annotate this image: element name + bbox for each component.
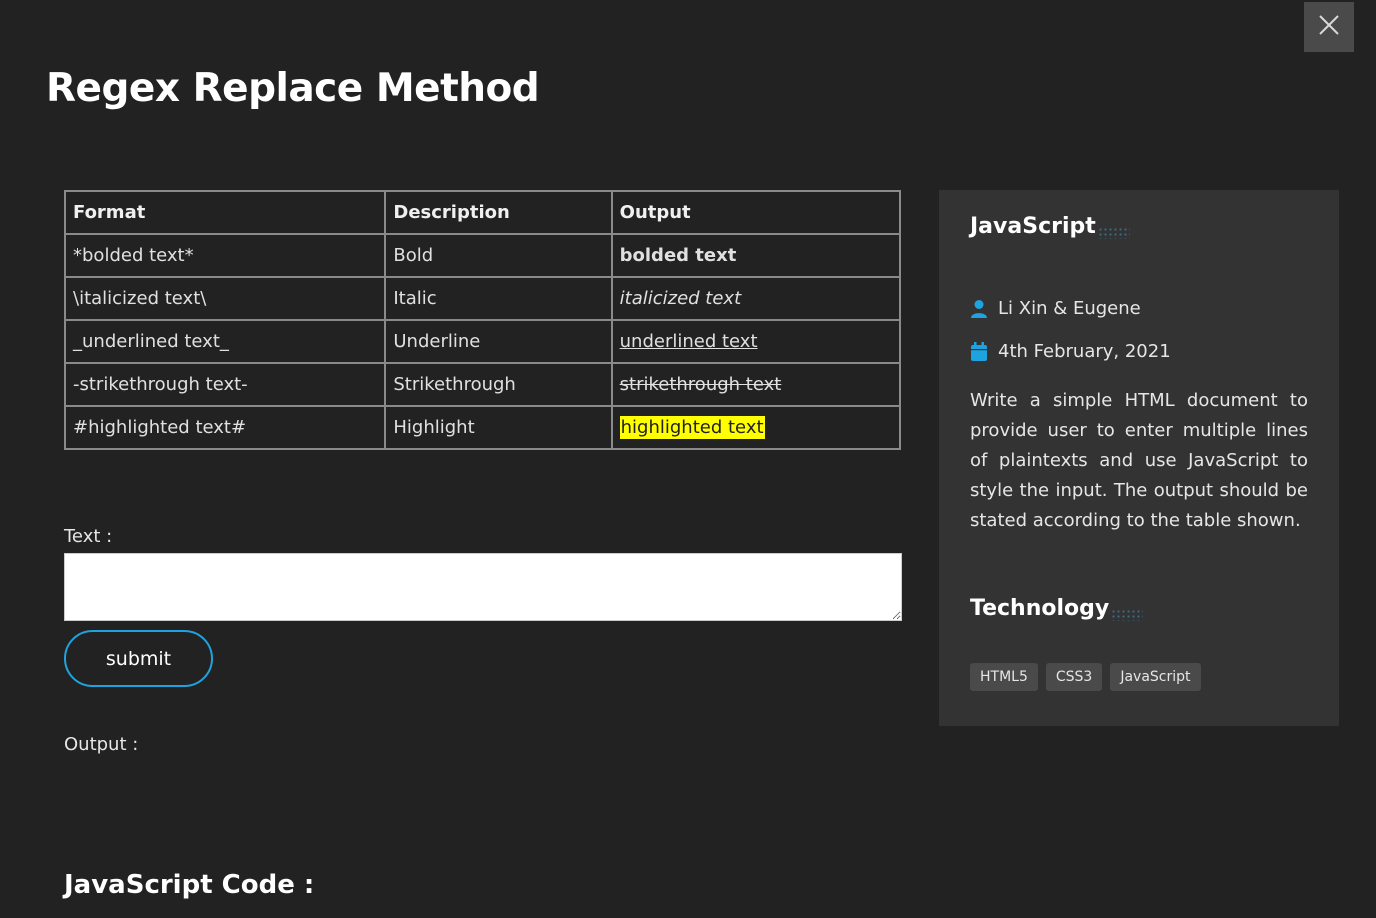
table-row: #highlighted text# Highlight highlighted… bbox=[63, 405, 902, 450]
publish-date: 4th February, 2021 bbox=[998, 341, 1171, 362]
column-header-output: Output bbox=[610, 190, 902, 235]
page-title: Regex Replace Method bbox=[46, 66, 540, 111]
technology-heading-text: Technology bbox=[970, 596, 1110, 621]
output-cell: strikethrough text bbox=[610, 362, 902, 407]
javascript-code-heading: JavaScript Code : bbox=[64, 870, 315, 900]
highlight-output-text: highlighted text bbox=[619, 416, 765, 439]
submit-button[interactable]: submit bbox=[64, 630, 213, 687]
table-row: *bolded text* Bold bolded text bbox=[63, 233, 902, 278]
technology-heading: Technology bbox=[970, 596, 1144, 621]
underline-output-text: underlined text bbox=[619, 331, 758, 352]
dots-decoration bbox=[1111, 609, 1144, 621]
close-icon bbox=[1318, 14, 1340, 40]
output-cell: bolded text bbox=[610, 233, 902, 278]
tag-html5: HTML5 bbox=[970, 663, 1038, 691]
user-icon bbox=[970, 299, 988, 319]
date-row: 4th February, 2021 bbox=[970, 341, 1171, 362]
column-header-format: Format bbox=[63, 190, 387, 235]
output-cell: italicized text bbox=[610, 276, 902, 321]
tag-javascript: JavaScript bbox=[1110, 663, 1201, 691]
project-description: Write a simple HTML document to provide … bbox=[970, 390, 1308, 531]
technology-tags: HTML5 CSS3 JavaScript bbox=[970, 663, 1201, 691]
output-label: Output : bbox=[64, 734, 139, 755]
column-header-description: Description bbox=[384, 190, 613, 235]
tag-css3: CSS3 bbox=[1045, 663, 1103, 691]
author-names: Li Xin & Eugene bbox=[998, 298, 1141, 319]
output-cell: highlighted text bbox=[610, 405, 902, 450]
table-row: _underlined text_ Underline underlined t… bbox=[63, 319, 902, 364]
calendar-icon bbox=[970, 341, 988, 362]
description-cell: Bold bbox=[384, 233, 613, 278]
strikethrough-output-text: strikethrough text bbox=[619, 374, 782, 395]
output-cell: underlined text bbox=[610, 319, 902, 364]
close-button[interactable] bbox=[1304, 2, 1354, 52]
description-cell: Strikethrough bbox=[384, 362, 613, 407]
text-input[interactable] bbox=[64, 553, 902, 621]
format-cell: *bolded text* bbox=[63, 233, 387, 278]
sidebar-title-text: JavaScript bbox=[970, 214, 1096, 239]
project-info-sidebar: JavaScript Li Xin & Eugene 4th February,… bbox=[939, 190, 1339, 726]
dots-decoration bbox=[1097, 227, 1130, 239]
table-header-row: Format Description Output bbox=[63, 190, 902, 235]
italic-output-text: italicized text bbox=[619, 288, 742, 309]
author-row: Li Xin & Eugene bbox=[970, 298, 1141, 319]
text-label: Text : bbox=[64, 526, 113, 547]
format-cell: _underlined text_ bbox=[63, 319, 387, 364]
table-row: -strikethrough text- Strikethrough strik… bbox=[63, 362, 902, 407]
format-cell: #highlighted text# bbox=[63, 405, 387, 450]
format-cell: \italicized text\ bbox=[63, 276, 387, 321]
format-table: Format Description Output *bolded text* … bbox=[63, 190, 902, 450]
sidebar-title: JavaScript bbox=[970, 214, 1130, 239]
description-cell: Underline bbox=[384, 319, 613, 364]
description-cell: Italic bbox=[384, 276, 613, 321]
description-cell: Highlight bbox=[384, 405, 613, 450]
bold-output-text: bolded text bbox=[619, 245, 737, 266]
table-row: \italicized text\ Italic italicized text bbox=[63, 276, 902, 321]
format-cell: -strikethrough text- bbox=[63, 362, 387, 407]
